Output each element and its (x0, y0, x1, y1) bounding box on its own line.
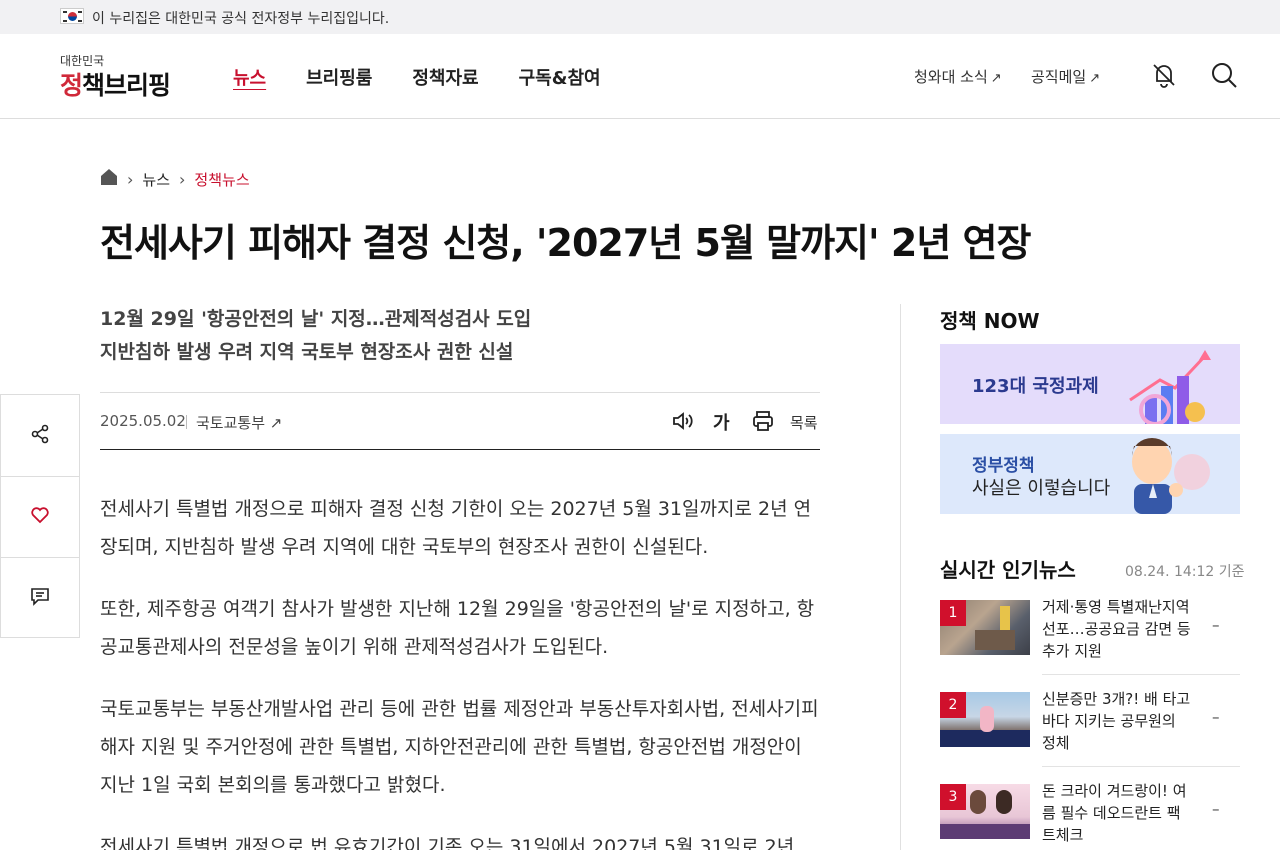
print-icon[interactable] (751, 409, 775, 433)
national-agenda-banner[interactable]: 123대 국정과제 (940, 344, 1240, 424)
logo-main-text: 정책브리핑 (60, 71, 171, 100)
rank-badge: 3 (940, 784, 966, 810)
subtitle-line-2: 지반침하 발생 우려 지역 국토부 현장조사 권한 신설 (100, 341, 514, 363)
government-policy-facts-banner[interactable]: 정부정책 사실은 이렇습니다 (940, 434, 1240, 514)
presenter-character-illustration (1132, 438, 1210, 514)
rank-badge: 1 (940, 600, 966, 626)
rank-change: – (1212, 708, 1220, 726)
speaker-icon[interactable] (671, 409, 695, 433)
cheongwadae-news-link[interactable]: 청와대 소식 ↗ (914, 66, 1002, 87)
popular-news-title: 신분증만 3개?! 배 타고 바다 지키는 공무원의 정체 (1042, 690, 1191, 752)
heart-icon (30, 505, 50, 529)
subtitle-line-1: 12월 29일 '항공안전의 날' 지정…관제적성검사 도입 (100, 308, 532, 330)
breadcrumb: › 뉴스 › 정책뉴스 (100, 168, 250, 190)
rank-change: – (1212, 800, 1220, 818)
korea-flag-icon (60, 8, 84, 24)
comment-icon (30, 586, 50, 610)
list-button[interactable]: 목록 (790, 412, 818, 433)
policy-now-heading: 정책 NOW (940, 309, 1040, 333)
home-icon[interactable] (100, 168, 118, 190)
gov-mail-link[interactable]: 공직메일 ↗ (1031, 66, 1100, 87)
comment-button[interactable] (1, 557, 79, 638)
article-body: 전세사기 특별법 개정으로 피해자 결정 신청 기한이 오는 2027년 5월 … (100, 490, 820, 850)
article-paragraph: 전세사기 특별법 개정으로 피해자 결정 신청 기한이 오는 2027년 5월 … (100, 498, 812, 558)
popular-news-title: 돈 크라이 겨드랑이! 여름 필수 데오드란트 팩트체크 (1042, 782, 1187, 844)
share-icon (30, 424, 50, 448)
breadcrumb-policy-news[interactable]: 정책뉴스 (194, 169, 249, 190)
site-logo[interactable]: 대한민국 정책브리핑 (60, 52, 180, 102)
breadcrumb-news[interactable]: 뉴스 (142, 169, 170, 190)
banner-national-agenda-text: 123대 국정과제 (972, 376, 1099, 397)
main-nav: 뉴스 브리핑룸 정책자료 구독&참여 (233, 34, 641, 119)
rank-change: – (1212, 616, 1220, 634)
article-meta-bar: 2025.05.02 국토교통부 ↗ 가 목록 (100, 392, 820, 450)
department-link[interactable]: 국토교통부 ↗ (196, 412, 282, 433)
growth-chart-illustration (1129, 350, 1211, 424)
article-date: 2025.05.02 (100, 412, 186, 430)
article-paragraph: 전세사기 특별법 개정으로 법 유효기간이 기존 오는 31일에서 2027년 … (100, 836, 795, 850)
share-button[interactable] (1, 395, 79, 476)
search-icon[interactable] (1209, 60, 1239, 90)
gov-banner: 이 누리집은 대한민국 공식 전자정부 누리집입니다. (0, 0, 1280, 34)
article-paragraph: 국토교통부는 부동산개발사업 관리 등에 관한 법률 제정안과 부동산투자회사법… (100, 698, 819, 796)
popular-news-item[interactable]: 2 신분증만 3개?! 배 타고 바다 지키는 공무원의 정체 – (940, 690, 1240, 784)
popular-news-item[interactable]: 3 돈 크라이 겨드랑이! 여름 필수 데오드란트 팩트체크 – (940, 782, 1240, 850)
font-size-button[interactable]: 가 (713, 409, 730, 435)
site-header: 대한민국 정책브리핑 뉴스 브리핑룸 정책자료 구독&참여 청와대 소식 ↗ 공직… (0, 34, 1280, 119)
rank-badge: 2 (940, 692, 966, 718)
like-button[interactable] (1, 476, 79, 557)
bell-off-icon[interactable] (1149, 60, 1179, 90)
popular-news-heading: 실시간 인기뉴스 (940, 558, 1076, 582)
banner-policy-text: 정부정책 (972, 456, 1035, 476)
article-paragraph: 또한, 제주항공 여객기 참사가 발생한 지난해 12월 29일을 '항공안전의… (100, 598, 815, 658)
popular-news-timestamp: 08.24. 14:12 기준 (1125, 564, 1245, 580)
nav-item-policy-data[interactable]: 정책자료 (412, 64, 478, 90)
floating-action-bar (0, 394, 80, 638)
nav-item-subscribe[interactable]: 구독&참여 (519, 64, 601, 90)
popular-news-title: 거제·통영 특별재난지역 선포…공공요금 감면 등 추가 지원 (1042, 598, 1191, 660)
article-title: 전세사기 피해자 결정 신청, '2027년 5월 말까지' 2년 연장 (100, 221, 1031, 265)
popular-news-item[interactable]: 1 거제·통영 특별재난지역 선포…공공요금 감면 등 추가 지원 – (940, 598, 1240, 692)
nav-item-news[interactable]: 뉴스 (233, 64, 266, 90)
banner-facts-text: 사실은 이렇습니다 (972, 478, 1111, 499)
nav-item-briefing-room[interactable]: 브리핑룸 (306, 64, 372, 90)
article-subtitle: 12월 29일 '항공안전의 날' 지정…관제적성검사 도입 지반침하 발생 우… (100, 303, 820, 369)
gov-banner-text: 이 누리집은 대한민국 공식 전자정부 누리집입니다. (92, 11, 390, 27)
